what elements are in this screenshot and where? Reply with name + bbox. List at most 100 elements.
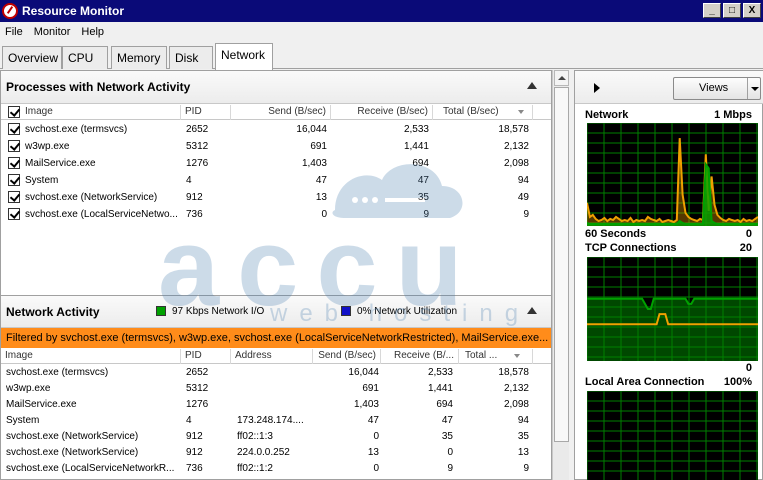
lan-chart-grid	[587, 391, 758, 480]
cell-total: 2,132	[503, 141, 529, 152]
views-button[interactable]: Views	[673, 77, 761, 100]
row-checkbox[interactable]	[8, 123, 20, 135]
tab-memory[interactable]: Memory	[111, 46, 167, 69]
table-row[interactable]: w3wp.exe 5312 691 1,441 2,132	[1, 138, 551, 155]
cell-image: svchost.exe (NetworkService)	[6, 447, 139, 458]
table-row[interactable]: svchost.exe (LocalServiceNetwo... 736 0 …	[1, 206, 551, 223]
cell-total: 2,098	[503, 158, 529, 169]
cell-receive: 0	[447, 447, 453, 458]
cell-total: 18,578	[498, 367, 529, 378]
filter-bar[interactable]: Filtered by svchost.exe (termsvcs), w3wp…	[1, 328, 551, 348]
cell-image: w3wp.exe	[25, 141, 70, 152]
cell-total: 35	[517, 431, 529, 442]
cell-send: 1,403	[301, 158, 327, 169]
table-row[interactable]: svchost.exe (NetworkService) 912 224.0.0…	[1, 444, 551, 460]
row-checkbox[interactable]	[8, 208, 20, 220]
cell-total: 94	[517, 175, 529, 186]
collapse-arrow-icon[interactable]	[527, 82, 537, 89]
right-panel: Views Network 1 Mbps 60 Seconds 0 TCP Co…	[574, 70, 763, 480]
network-graph-time: 60 Seconds	[585, 228, 647, 240]
vertical-scrollbar[interactable]	[552, 70, 569, 480]
col-send[interactable]: Send (B/sec)	[313, 349, 381, 364]
network-activity-column-header: Image PID Address Send (B/sec) Receive (…	[1, 349, 551, 364]
network-io-legend: 97 Kbps Network I/O	[156, 306, 264, 317]
processes-section-header[interactable]: Processes with Network Activity	[1, 71, 551, 104]
cell-pid: 5312	[186, 383, 209, 394]
menu-file[interactable]: File	[0, 26, 29, 38]
minimize-button[interactable]: _	[703, 3, 721, 18]
cell-total: 13	[517, 447, 529, 458]
table-row[interactable]: svchost.exe (LocalServiceNetworkR... 736…	[1, 460, 551, 476]
col-address[interactable]: Address	[231, 349, 313, 364]
col-receive[interactable]: Receive (B/sec)	[331, 105, 433, 120]
cell-pid: 736	[186, 463, 203, 474]
col-total[interactable]: Total (B/sec)	[433, 105, 533, 120]
left-panel: Processes with Network Activity Image PI…	[0, 70, 552, 480]
tab-strip: Overview CPU Memory Disk Network	[0, 41, 763, 70]
cell-pid: 2652	[186, 367, 209, 378]
col-total-label: Total (B/sec)	[443, 106, 499, 117]
tab-cpu[interactable]: CPU	[62, 46, 108, 69]
table-row[interactable]: w3wp.exe 5312 691 1,441 2,132	[1, 380, 551, 396]
row-checkbox[interactable]	[8, 174, 20, 186]
col-pid[interactable]: PID	[181, 105, 231, 120]
cell-send: 691	[362, 383, 379, 394]
select-all-checkbox[interactable]	[8, 106, 20, 118]
network-utilization-legend-swatch	[341, 306, 351, 317]
table-row[interactable]: svchost.exe (termsvcs) 2652 16,044 2,533…	[1, 364, 551, 380]
table-row[interactable]: MailService.exe 1276 1,403 694 2,098	[1, 396, 551, 412]
scroll-thumb[interactable]	[554, 87, 569, 442]
cell-address: 173.248.174....	[237, 415, 304, 426]
table-row[interactable]: MailService.exe 1276 1,403 694 2,098	[1, 155, 551, 172]
collapse-arrow-icon[interactable]	[527, 307, 537, 314]
cell-send: 0	[373, 463, 379, 474]
scroll-up-arrow-icon[interactable]	[554, 70, 569, 86]
network-activity-section-header[interactable]: Network Activity 97 Kbps Network I/O 0% …	[1, 295, 551, 328]
network-graph-svg	[587, 123, 758, 226]
menu-help[interactable]: Help	[76, 26, 110, 38]
cell-receive: 9	[447, 463, 453, 474]
cell-receive: 47	[417, 175, 429, 186]
lan-graph	[587, 391, 758, 480]
col-image[interactable]: Image	[1, 105, 181, 120]
cell-image: svchost.exe (termsvcs)	[6, 367, 109, 378]
cell-pid: 912	[186, 431, 203, 442]
table-row[interactable]: svchost.exe (termsvcs) 2652 16,044 2,533…	[1, 121, 551, 138]
tcp-graph-title: TCP Connections	[585, 242, 677, 254]
lan-graph-title: Local Area Connection	[585, 376, 705, 388]
window-title: Resource Monitor	[22, 4, 125, 18]
cell-address: ff02::1:2	[237, 463, 273, 474]
col-send[interactable]: Send (B/sec)	[231, 105, 331, 120]
cell-image: svchost.exe (LocalServiceNetwo...	[25, 209, 178, 220]
table-row[interactable]: svchost.exe (NetworkService) 912 13 35 4…	[1, 189, 551, 206]
row-checkbox[interactable]	[8, 157, 20, 169]
cell-receive: 9	[423, 209, 429, 220]
network-graph-title: Network	[585, 109, 629, 121]
table-row[interactable]: System 4 47 47 94	[1, 172, 551, 189]
row-checkbox[interactable]	[8, 140, 20, 152]
cell-send: 16,044	[296, 124, 327, 135]
menu-bar: File Monitor Help	[0, 22, 763, 41]
chevron-down-icon[interactable]	[747, 78, 760, 99]
cell-send: 13	[315, 192, 327, 203]
table-row[interactable]: System 4 173.248.174.... 47 47 94	[1, 412, 551, 428]
tab-overview[interactable]: Overview	[2, 46, 62, 69]
cell-send: 13	[367, 447, 379, 458]
menu-monitor[interactable]: Monitor	[29, 26, 77, 38]
row-checkbox[interactable]	[8, 191, 20, 203]
close-button[interactable]: X	[743, 3, 761, 18]
maximize-button[interactable]: □	[723, 3, 741, 18]
col-receive[interactable]: Receive (B/...	[381, 349, 459, 364]
cell-pid: 2652	[186, 124, 209, 135]
cell-receive: 35	[417, 192, 429, 203]
cell-receive: 1,441	[403, 141, 429, 152]
table-row[interactable]: svchost.exe (NetworkService) 912 ff02::1…	[1, 428, 551, 444]
tab-network[interactable]: Network	[215, 43, 273, 70]
cell-receive: 35	[441, 431, 453, 442]
expand-arrow-icon[interactable]	[594, 83, 600, 93]
col-pid[interactable]: PID	[181, 349, 231, 364]
col-total[interactable]: Total ...	[459, 349, 533, 364]
col-image[interactable]: Image	[1, 349, 181, 364]
tab-disk[interactable]: Disk	[169, 46, 213, 69]
cell-image: svchost.exe (NetworkService)	[6, 431, 139, 442]
